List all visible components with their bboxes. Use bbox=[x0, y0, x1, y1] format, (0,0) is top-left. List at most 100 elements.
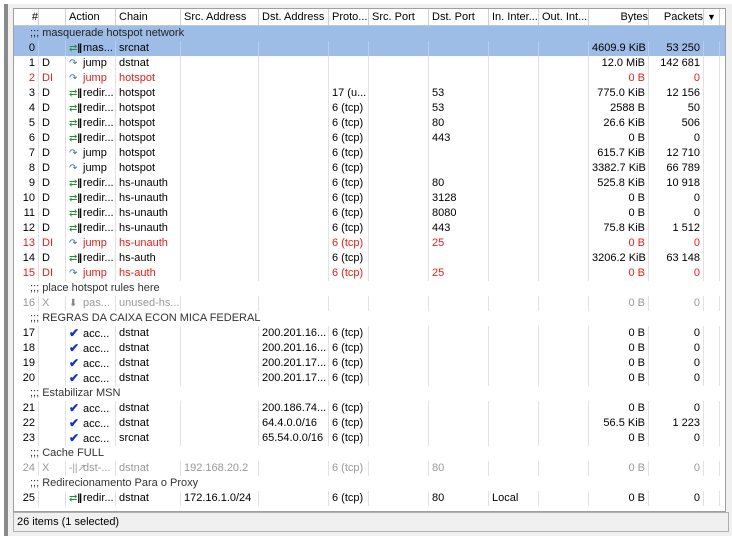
accept-icon: ✔ bbox=[69, 356, 80, 370]
table-row[interactable]: 23 ✔ acc... srcnat 65.54.0.0/16 6 (tcp) 0 B0 bbox=[14, 431, 725, 446]
cell-action: ✔ acc... bbox=[66, 431, 116, 446]
table-row[interactable]: 22 ✔ acc... dstnat 64.4.0.0/16 6 (tcp) 56.5 Ki… bbox=[14, 416, 725, 431]
action-label: redir... bbox=[83, 192, 114, 204]
cell-out-int bbox=[539, 416, 589, 431]
table-row[interactable]: 24 X -||↗dst-... dstnat 192.168.20.2 6 (tcp) 8… bbox=[14, 461, 725, 476]
table-row[interactable]: 4 D ⇄|| redir... hotspot 6 (tcp) 53 2588 B 50 bbox=[14, 101, 725, 116]
rule-comment[interactable]: ;;; Redirecionamento Para o Proxy bbox=[14, 476, 725, 491]
table-row[interactable]: 7 D ↷ jump hotspot 6 (tcp) 615.7 KiB 12 710 bbox=[14, 146, 725, 161]
table-row[interactable]: 19 ✔ acc... dstnat 200.201.17... 6 (tcp) 0 B0 bbox=[14, 356, 725, 371]
rule-comment[interactable]: ;;; masquerade hotspot network bbox=[14, 26, 725, 41]
cell-src-address bbox=[181, 86, 259, 101]
column-header-7[interactable]: Src. Port bbox=[369, 9, 429, 25]
row-filler bbox=[704, 41, 720, 56]
cell-flags bbox=[39, 41, 66, 56]
accept-icon: ✔ bbox=[69, 401, 80, 415]
table-row[interactable]: 17 ✔ acc... dstnat 200.201.16... 6 (tcp) 0 B0 bbox=[14, 326, 725, 341]
cell-packets: 12 156 bbox=[649, 86, 704, 101]
cell-dst-address bbox=[259, 221, 329, 236]
cell-src-address bbox=[181, 71, 259, 86]
column-header-3[interactable]: Chain bbox=[116, 9, 181, 25]
table-row[interactable]: 8 D ↷ jump hotspot 6 (tcp) 3382.7 KiB 66 789 bbox=[14, 161, 725, 176]
cell-chain: dstnat bbox=[116, 491, 181, 506]
cell-packets: 0 bbox=[649, 326, 704, 341]
cell-packets: 0 bbox=[649, 341, 704, 356]
jump-icon: ↷ bbox=[69, 268, 78, 279]
redirect-icon: ⇄|| bbox=[69, 208, 82, 219]
column-header-11[interactable]: Bytes bbox=[589, 9, 649, 25]
column-header-5[interactable]: Dst. Address bbox=[259, 9, 329, 25]
table-row[interactable]: 9 D ⇄|| redir... hs-unauth 6 (tcp) 80 525.8 KiB… bbox=[14, 176, 725, 191]
column-header-0[interactable]: # bbox=[14, 9, 39, 25]
cell-packets: 0 bbox=[649, 491, 704, 506]
cell-src-port bbox=[369, 191, 429, 206]
redirect-icon: ⇄|| bbox=[69, 43, 82, 54]
column-header-2[interactable]: Action bbox=[66, 9, 116, 25]
column-header-6[interactable]: Proto... bbox=[329, 9, 369, 25]
cell-action: ⇄|| redir... bbox=[66, 116, 116, 131]
action-label: redir... bbox=[83, 222, 114, 234]
table-row[interactable]: 13 DI ↷ jump hs-unauth 6 (tcp) 25 0 B0 bbox=[14, 236, 725, 251]
cell-proto: 6 (tcp) bbox=[329, 341, 369, 356]
cell-flags: X bbox=[39, 461, 66, 476]
nat-rules-list[interactable]: # Action Chain Src. Address Dst. Address Prot… bbox=[13, 8, 726, 512]
column-header-4[interactable]: Src. Address bbox=[181, 9, 259, 25]
cell-packets: 0 bbox=[649, 431, 704, 446]
cell-: 8 bbox=[14, 161, 39, 176]
row-filler bbox=[704, 491, 720, 506]
table-row[interactable]: 10 D ⇄|| redir... hs-unauth 6 (tcp) 3128 0 B0 bbox=[14, 191, 725, 206]
cell-dst-port: 80 bbox=[429, 491, 489, 506]
table-row[interactable]: 25 ⇄|| redir... dstnat 172.16.1.0/24 6 (tcp) 8… bbox=[14, 491, 725, 506]
column-menu-dropdown-icon[interactable]: ▼ bbox=[704, 9, 720, 25]
table-row[interactable]: 14 D ⇄|| redir... hs-auth 6 (tcp) 3206.2 KiB 63… bbox=[14, 251, 725, 266]
cell-chain: hs-auth bbox=[116, 251, 181, 266]
cell-flags bbox=[39, 341, 66, 356]
table-row[interactable]: 11 D ⇄|| redir... hs-unauth 6 (tcp) 8080 0 B0 bbox=[14, 206, 725, 221]
rule-comment[interactable]: ;;; Cache FULL bbox=[14, 446, 725, 461]
table-row[interactable]: 0 ⇄|| mas... srcnat 4609.9 KiB 53 250 bbox=[14, 41, 725, 56]
cell-action: ✔ acc... bbox=[66, 326, 116, 341]
cell-out-int bbox=[539, 401, 589, 416]
cell-in-inter bbox=[489, 326, 539, 341]
column-header-12[interactable]: Packets bbox=[649, 9, 704, 25]
cell-flags bbox=[39, 401, 66, 416]
cell-bytes: 0 B bbox=[589, 296, 649, 311]
table-row[interactable]: 5 D ⇄|| redir... hotspot 6 (tcp) 80 26.6 KiB 506 bbox=[14, 116, 725, 131]
table-row[interactable]: 3 D ⇄|| redir... hotspot 17 (u... 53 775.0 KiB 1… bbox=[14, 86, 725, 101]
cell-in-inter bbox=[489, 101, 539, 116]
row-filler bbox=[704, 101, 720, 116]
table-row[interactable]: 21 ✔ acc... dstnat 200.186.74... 6 (tcp) 0 B0 bbox=[14, 401, 725, 416]
row-filler bbox=[704, 131, 720, 146]
table-row[interactable]: 1 D ↷ jump dstnat 12.0 MiB 142 681 bbox=[14, 56, 725, 71]
table-row[interactable]: 16 X ⬇ pas... unused-hs... 0 B0 bbox=[14, 296, 725, 311]
cell-in-inter bbox=[489, 206, 539, 221]
cell-proto: 6 (tcp) bbox=[329, 206, 369, 221]
table-row[interactable]: 18 ✔ acc... dstnat 200.201.16... 6 (tcp) 0 B0 bbox=[14, 341, 725, 356]
table-row[interactable]: 12 D ⇄|| redir... hs-unauth 6 (tcp) 443 75.8 Ki… bbox=[14, 221, 725, 236]
table-row[interactable]: 2 DI ↷ jump hotspot 0 B0 bbox=[14, 71, 725, 86]
jump-icon: ↷ bbox=[69, 148, 78, 159]
cell-: 18 bbox=[14, 341, 39, 356]
table-row[interactable]: 6 D ⇄|| redir... hotspot 6 (tcp) 443 0 B0 bbox=[14, 131, 725, 146]
action-label: acc... bbox=[83, 418, 110, 430]
table-row[interactable]: 15 DI ↷ jump hs-auth 6 (tcp) 25 0 B0 bbox=[14, 266, 725, 281]
cell-chain: hotspot bbox=[116, 131, 181, 146]
cell-packets: 0 bbox=[649, 206, 704, 221]
rule-comment[interactable]: ;;; place hotspot rules here bbox=[14, 281, 725, 296]
column-header-9[interactable]: In. Inter... bbox=[489, 9, 539, 25]
column-header-10[interactable]: Out. Int... bbox=[539, 9, 589, 25]
cell-out-int bbox=[539, 146, 589, 161]
cell-chain: hotspot bbox=[116, 116, 181, 131]
table-row[interactable]: 20 ✔ acc... dstnat 200.201.17... 6 (tcp) 0 B0 bbox=[14, 371, 725, 386]
cell-bytes: 0 B bbox=[589, 326, 649, 341]
rule-comment[interactable]: ;;; Estabilizar MSN bbox=[14, 386, 725, 401]
cell-proto: 6 (tcp) bbox=[329, 101, 369, 116]
column-header-1[interactable] bbox=[39, 9, 66, 25]
cell-: 11 bbox=[14, 206, 39, 221]
column-header-8[interactable]: Dst. Port bbox=[429, 9, 489, 25]
cell-dst-port bbox=[429, 341, 489, 356]
rule-comment[interactable]: ;;; REGRAS DA CAIXA ECON MICA FEDERAL bbox=[14, 311, 725, 326]
cell-src-address bbox=[181, 221, 259, 236]
cell-src-port bbox=[369, 431, 429, 446]
action-label: acc... bbox=[83, 403, 110, 415]
